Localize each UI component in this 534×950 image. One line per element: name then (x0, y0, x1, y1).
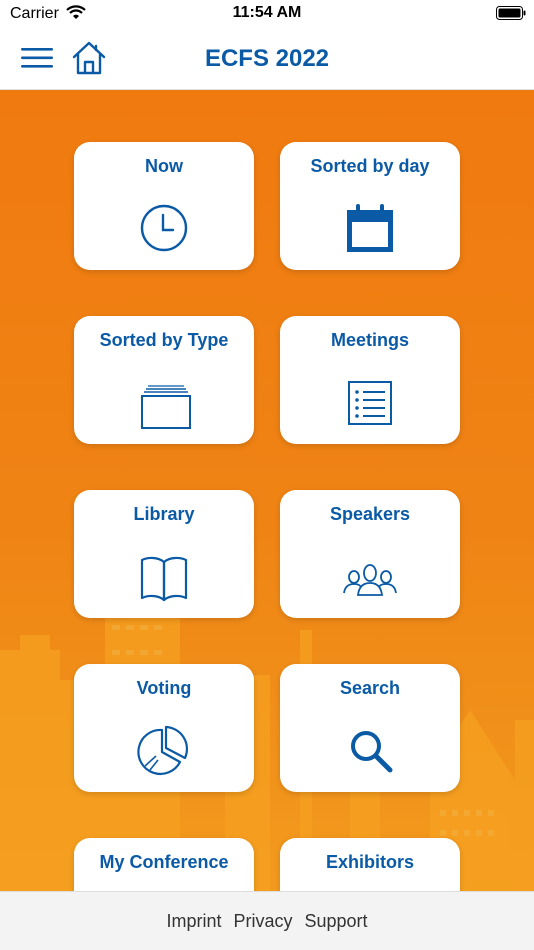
app-title: ECFS 2022 (204, 45, 330, 72)
privacy-link[interactable]: Privacy (233, 911, 292, 932)
tile-my-conference[interactable]: My Conference (74, 838, 254, 891)
book-icon (140, 556, 188, 602)
pie-chart-icon (137, 725, 188, 776)
status-time: 11:54 AM (232, 4, 302, 21)
tile-label: Speakers (329, 504, 411, 524)
navigation-bar: ECFS 2022 (0, 28, 534, 90)
status-bar: Carrier 11:54 AM (0, 0, 534, 28)
tile-sorted-by-type[interactable]: Sorted by Type (74, 316, 254, 444)
tile-exhibitors[interactable]: Exhibitors (280, 838, 460, 891)
tile-voting[interactable]: Voting (74, 664, 254, 792)
tile-label: My Conference (99, 852, 229, 872)
tile-now[interactable]: Now (74, 142, 254, 270)
folder-stack-icon (141, 385, 191, 429)
main-grid-area[interactable]: Now Sorted by day Sorted by Type Meeting… (0, 90, 534, 891)
tile-label: Search (339, 678, 401, 698)
tile-label: Meetings (330, 330, 409, 350)
tile-label: Exhibitors (325, 852, 414, 872)
support-link[interactable]: Support (304, 911, 367, 932)
clock-icon (140, 204, 188, 252)
search-icon (351, 731, 393, 773)
imprint-link[interactable]: Imprint (166, 911, 221, 932)
tile-label: Now (145, 156, 183, 176)
tile-label: Sorted by Type (99, 330, 229, 350)
footer: Imprint Privacy Support (0, 891, 534, 950)
tile-meetings[interactable]: Meetings (280, 316, 460, 444)
tile-library[interactable]: Library (74, 490, 254, 618)
list-icon (348, 381, 392, 425)
tile-label: Sorted by day (310, 156, 430, 176)
people-icon (343, 564, 397, 596)
tile-sorted-by-day[interactable]: Sorted by day (280, 142, 460, 270)
tile-label: Voting (136, 678, 192, 698)
tile-search[interactable]: Search (280, 664, 460, 792)
calendar-icon (347, 204, 393, 252)
tile-label: Library (133, 504, 195, 524)
battery-icon (496, 6, 526, 20)
tile-speakers[interactable]: Speakers (280, 490, 460, 618)
